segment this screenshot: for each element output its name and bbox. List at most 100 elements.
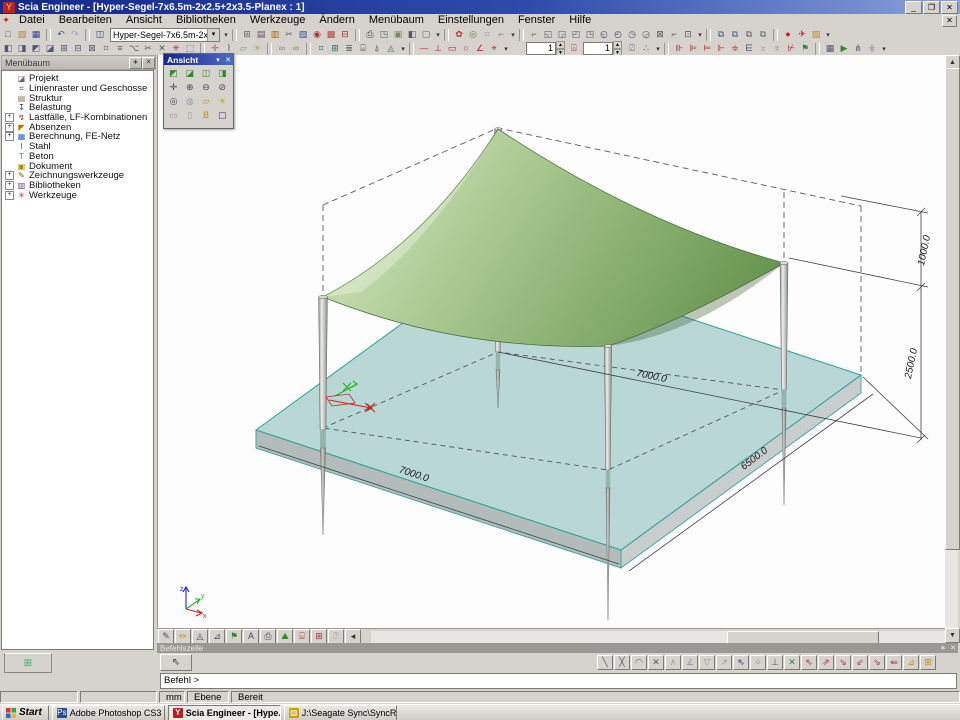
expand-toggle-icon[interactable] [5, 142, 14, 151]
scroll-down-icon[interactable]: ▼ [945, 628, 960, 643]
select-workplane-icon[interactable]: ◩ [29, 42, 43, 55]
snap-line-icon[interactable]: ⇘ [869, 655, 885, 670]
grid-snap-icon[interactable]: ⁘ [750, 655, 766, 670]
toolbar-overflow-icon[interactable]: ▾ [654, 45, 662, 53]
column-icon[interactable]: ⌗ [480, 28, 494, 41]
insert-view-icon[interactable]: ⧉ [742, 28, 756, 41]
view-axo-icon[interactable]: ◨ [215, 67, 230, 80]
binocular2-icon[interactable]: ∞ [289, 42, 303, 55]
view-axo-icon[interactable]: ◴ [611, 28, 625, 41]
menu-einstellungen[interactable]: Einstellungen [431, 14, 511, 27]
expand-toggle-icon[interactable] [5, 94, 14, 103]
tree-item-bibliotheken[interactable]: + ▥ Bibliotheken [2, 181, 153, 191]
snap-plane-icon[interactable]: ▽ [699, 655, 715, 670]
view-yz-icon[interactable]: ◫ [199, 67, 214, 80]
moment-icon[interactable]: ⊩ [714, 42, 728, 55]
view-xz-icon[interactable]: ◪ [182, 67, 197, 80]
mesh-icon[interactable]: ⌗ [314, 42, 328, 55]
spin-up-icon[interactable]: ▲ [613, 41, 622, 49]
fly-mode-icon[interactable]: ✈ [795, 28, 809, 41]
snap-tool2-icon[interactable]: ⊞ [920, 655, 936, 670]
chevron-down-icon[interactable]: ▾ [207, 29, 219, 41]
pin-icon[interactable]: ∗ [129, 57, 142, 69]
menu-werkzeuge[interactable]: Werkzeuge [243, 14, 312, 27]
bmp-export-icon[interactable]: B [199, 109, 214, 122]
rendered-icon[interactable]: ✏ [175, 629, 191, 644]
tree-item-stahl[interactable]: I Stahl [2, 142, 153, 152]
wind-load-icon[interactable]: ⋿ [742, 42, 756, 55]
zoom-all-icon[interactable]: ◎ [166, 95, 181, 108]
line-load-icon[interactable]: ⊫ [686, 42, 700, 55]
vertical-scroll-thumb[interactable] [945, 68, 960, 550]
zoom-out-icon[interactable]: ⊖ [199, 81, 214, 94]
menu-hilfe[interactable]: Hilfe [562, 14, 598, 27]
view-back-icon[interactable]: ◱ [541, 28, 555, 41]
abc-names-icon[interactable]: A [243, 629, 259, 644]
ortho-icon[interactable]: ⊥ [767, 655, 783, 670]
mesh-refine-icon[interactable]: ⊞ [328, 42, 342, 55]
layer-spinner-value[interactable]: 1 [583, 42, 613, 55]
view-bottom-icon[interactable]: ◵ [597, 28, 611, 41]
scroll-left-icon[interactable]: ◂ [345, 629, 361, 644]
cut-section-icon[interactable]: ✂ [141, 42, 155, 55]
shading-icon[interactable]: ◬ [192, 629, 208, 644]
workgroup-icon[interactable]: ⊞ [240, 28, 254, 41]
axes-display-icon[interactable]: ⊿ [209, 629, 225, 644]
chevron-down-icon[interactable]: ▾ [213, 56, 223, 64]
link-icon[interactable]: ✿ [452, 28, 466, 41]
expand-toggle-icon[interactable]: + [5, 191, 14, 200]
view-front-icon[interactable]: ⌐ [527, 28, 541, 41]
rectangle-icon[interactable]: ▭ [445, 42, 459, 55]
toolbar-overflow-icon[interactable]: ▾ [502, 45, 510, 53]
expand-toggle-icon[interactable]: + [5, 123, 14, 132]
layers-icon[interactable]: ≣ [342, 42, 356, 55]
copy-pic-icon[interactable]: ▯ [182, 109, 197, 122]
select-single-icon[interactable]: ◧ [1, 42, 15, 55]
perspective-icon[interactable]: ⛰ [277, 629, 293, 644]
expand-toggle-icon[interactable]: + [5, 171, 14, 180]
surface-icon[interactable]: ▱ [236, 42, 250, 55]
select-poly-icon[interactable]: ◨ [15, 42, 29, 55]
new-folder-icon[interactable]: ▨ [809, 28, 823, 41]
point-load-icon[interactable]: ⊪ [672, 42, 686, 55]
labels-icon[interactable]: ⚑ [226, 629, 242, 644]
snap-int-icon[interactable]: ⇚ [886, 655, 902, 670]
surface-load-icon[interactable]: ⊨ [700, 42, 714, 55]
sail-membrane[interactable] [323, 129, 784, 346]
view-iso3-icon[interactable]: ⌐ [667, 28, 681, 41]
scale-tool-icon[interactable]: ⍓ [567, 42, 581, 55]
panel-bottom-tab[interactable]: ⊞ [4, 653, 52, 673]
menu-aendern[interactable]: Ändern [312, 14, 361, 27]
open-icon[interactable]: ▨ [15, 28, 29, 41]
run-calc-icon[interactable]: ▶ [837, 42, 851, 55]
menu-bearbeiten[interactable]: Bearbeiten [52, 14, 119, 27]
screen-icon[interactable]: ▢ [215, 109, 230, 122]
snap-midpoint-icon[interactable]: ╳ [614, 655, 630, 670]
zoom-in-icon[interactable]: ⊕ [182, 81, 197, 94]
restore-button[interactable]: ❐ [923, 1, 940, 14]
print-preview-icon[interactable]: ⎙ [260, 629, 276, 644]
tree-item-werkzeuge[interactable]: + ✳ Werkzeuge [2, 190, 153, 200]
expand-toggle-icon[interactable] [5, 84, 14, 93]
tree-item-linienraster[interactable]: ⌗ Linienraster und Geschosse [2, 84, 153, 94]
taskbar-explorer[interactable]: ▨ J:\Seagate Sync\SyncRe... [284, 705, 397, 720]
expand-toggle-icon[interactable] [5, 74, 14, 83]
view-iso1-icon[interactable]: ◶ [639, 28, 653, 41]
redo-icon[interactable]: ↷ [68, 28, 82, 41]
mast-left[interactable] [319, 295, 328, 535]
project-window-icon[interactable]: ◫ [93, 28, 107, 41]
close-icon[interactable]: ✕ [948, 644, 958, 652]
view-top-icon[interactable]: ◳ [583, 28, 597, 41]
document-data-icon[interactable]: ▥ [268, 28, 282, 41]
preview-icon[interactable]: ◳ [377, 28, 391, 41]
app-icon[interactable]: Y [3, 2, 15, 13]
snap-point3-icon[interactable]: ⇘ [835, 655, 851, 670]
levels-icon[interactable]: ⌸ [356, 42, 370, 55]
image-export-icon[interactable]: ▣ [391, 28, 405, 41]
expand-toggle-icon[interactable] [5, 103, 14, 112]
angle-icon[interactable]: ∠ [473, 42, 487, 55]
combo-load-icon[interactable]: ⊬ [784, 42, 798, 55]
params-icon[interactable]: ⍰ [328, 629, 344, 644]
dimension-icon[interactable]: ⌖ [487, 42, 501, 55]
pin-icon[interactable]: ∗ [938, 644, 948, 652]
